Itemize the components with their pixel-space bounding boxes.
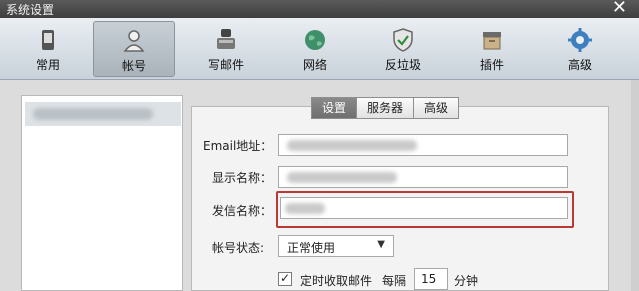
account-list[interactable] [21, 95, 183, 291]
toolbar-item-antispam[interactable]: 反垃圾 [362, 21, 444, 77]
settings-tabs: 设置 服务器 高级 [311, 97, 460, 119]
gear-icon [568, 28, 592, 52]
plugin-box-icon [483, 32, 501, 50]
toolbar-item-general[interactable]: 常用 [7, 21, 89, 77]
display-name-label: 显示名称： [212, 171, 273, 185]
close-icon[interactable]: ✕ [612, 0, 627, 18]
sender-name-field[interactable] [280, 197, 568, 219]
sender-name-label: 发信名称： [212, 204, 273, 218]
redacted-account-name [33, 108, 153, 120]
chevron-down-icon: ▼ [377, 239, 385, 250]
account-status-value: 正常使用 [287, 241, 336, 255]
auto-receive-label: 定时收取邮件 [300, 274, 373, 288]
title-bar: 系统设置 ✕ [0, 0, 639, 18]
toolbar-item-advanced[interactable]: 高级 [539, 21, 621, 77]
auto-receive-checkbox[interactable]: ✓ [278, 271, 292, 286]
settings-toolbar: 常用 帐号 写邮件 网络 反垃圾 插件 高级 [0, 18, 639, 80]
tab-server[interactable]: 服务器 [356, 97, 415, 119]
interval-unit-label: 分钟 [454, 274, 479, 288]
toolbar-item-label: 反垃圾 [384, 58, 421, 72]
toolbar-item-label: 插件 [479, 58, 504, 72]
redacted-sender-name [285, 203, 325, 214]
toolbar-item-label: 写邮件 [207, 58, 244, 72]
toolbar-item-account[interactable]: 帐号 [93, 21, 175, 77]
tab-settings[interactable]: 设置 [311, 97, 358, 119]
window-title: 系统设置 [6, 3, 55, 17]
redacted-email-value [287, 140, 417, 151]
toolbar-item-compose[interactable]: 写邮件 [185, 21, 267, 77]
interval-minutes-value: 15 [421, 272, 437, 286]
tab-advanced[interactable]: 高级 [413, 97, 460, 119]
window-edge [631, 80, 639, 291]
interval-minutes-field[interactable]: 15 [414, 268, 448, 290]
display-name-field[interactable] [278, 166, 568, 188]
account-status-select[interactable]: 正常使用 ▼ [278, 235, 394, 257]
toolbar-item-plugins[interactable]: 插件 [451, 21, 533, 77]
toolbar-item-label: 帐号 [121, 59, 146, 73]
email-field[interactable] [278, 134, 568, 156]
write-mail-icon [217, 29, 235, 49]
toolbar-item-network[interactable]: 网络 [274, 21, 356, 77]
toolbar-item-label: 网络 [302, 58, 327, 72]
globe-icon [305, 30, 325, 50]
user-account-icon [123, 30, 145, 52]
email-label: Email地址： [203, 139, 273, 153]
account-status-label: 帐号状态: [212, 241, 265, 255]
toolbar-item-label: 高级 [567, 58, 592, 72]
checkmark-icon: ✓ [280, 271, 291, 285]
interval-prefix-label: 每隔 [382, 274, 407, 288]
account-list-item[interactable] [25, 102, 181, 126]
toolbar-item-label: 常用 [35, 58, 60, 72]
phone-device-icon [42, 30, 54, 50]
redacted-display-name [287, 172, 397, 183]
shield-check-icon [393, 28, 413, 52]
